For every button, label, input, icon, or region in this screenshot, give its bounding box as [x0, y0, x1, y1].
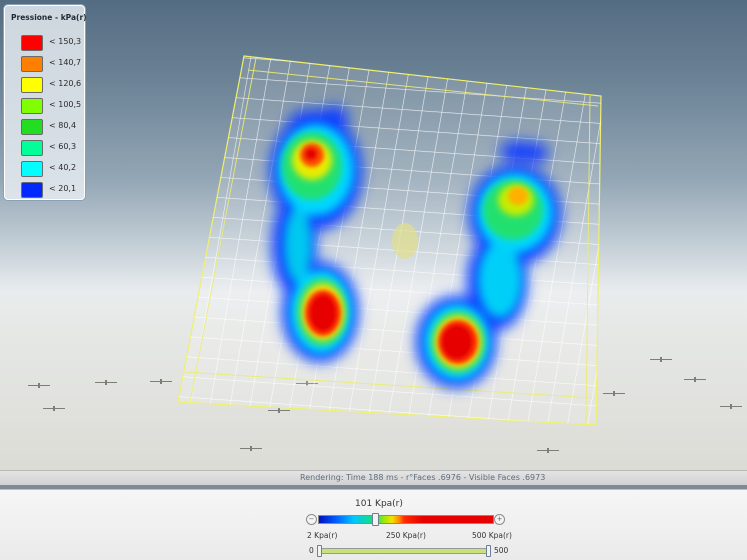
legend-swatch: [21, 98, 43, 114]
scale-decrement-button[interactable]: −: [306, 514, 317, 525]
legend-row: < 60,3: [21, 140, 85, 156]
legend-swatch: [21, 77, 43, 93]
legend-row: < 40,2: [21, 161, 85, 177]
legend-swatch: [21, 182, 43, 198]
legend-label: < 140,7: [49, 58, 82, 67]
pressure-plate-render: [177, 55, 602, 426]
legend-label: < 100,5: [49, 100, 82, 109]
legend-label: < 20,1: [49, 184, 77, 193]
legend-row: < 120,6: [21, 77, 85, 93]
legend-label: < 80,4: [49, 121, 77, 130]
pressure-3d-viewport[interactable]: Pressione - kPa(r) < 150,3 < 140,7 < 120,6…: [0, 0, 747, 470]
legend-swatch: [21, 161, 43, 177]
range-slider-thumb-left[interactable]: [317, 545, 322, 557]
range-min-label: 0: [309, 546, 314, 555]
pressure-color-scale-slider[interactable]: [318, 513, 494, 526]
legend-row: < 100,5: [21, 98, 85, 114]
legend-row: < 80,4: [21, 119, 85, 135]
legend-row: < 140,7: [21, 56, 85, 72]
legend-swatch: [21, 56, 43, 72]
legend-swatch: [21, 35, 43, 51]
plus-circle-icon: +: [496, 515, 503, 523]
legend-label: < 150,3: [49, 37, 82, 46]
range-slider-thumb-right[interactable]: [486, 545, 491, 557]
scale-min-label: 2 Kpa(r): [307, 531, 338, 540]
pressure-legend: Pressione - kPa(r) < 150,3 < 140,7 < 120,6…: [4, 5, 87, 200]
legend-row: < 150,3: [21, 35, 85, 51]
range-slider-track[interactable]: [317, 545, 491, 557]
pressure-current-value: 101 Kpa(r): [355, 499, 403, 509]
legend-label: < 120,6: [49, 79, 82, 88]
legend-swatch: [21, 140, 43, 156]
legend-label: < 40,2: [49, 163, 77, 172]
legend-row: < 20,1: [21, 182, 85, 198]
minus-circle-icon: −: [308, 515, 315, 523]
range-slider-fill: [319, 549, 489, 553]
scale-mid-label: 250 Kpa(r): [386, 531, 426, 540]
pressure-slider-thumb[interactable]: [371, 513, 379, 526]
render-status-text: Rendering: Time 188 ms - r°Faces .6976 -…: [300, 473, 546, 482]
range-max-label: 500: [494, 546, 509, 555]
legend-swatch: [21, 119, 43, 135]
center-of-pressure-marker: [392, 223, 418, 259]
render-status-bar: Rendering: Time 188 ms - r°Faces .6976 -…: [0, 470, 747, 486]
legend-label: < 60,3: [49, 142, 77, 151]
sensor-grid: [178, 56, 601, 425]
scale-increment-button[interactable]: +: [494, 514, 505, 525]
legend-title: Pressione - kPa(r): [11, 13, 87, 22]
scale-max-label: 500 Kpa(r): [472, 531, 512, 540]
